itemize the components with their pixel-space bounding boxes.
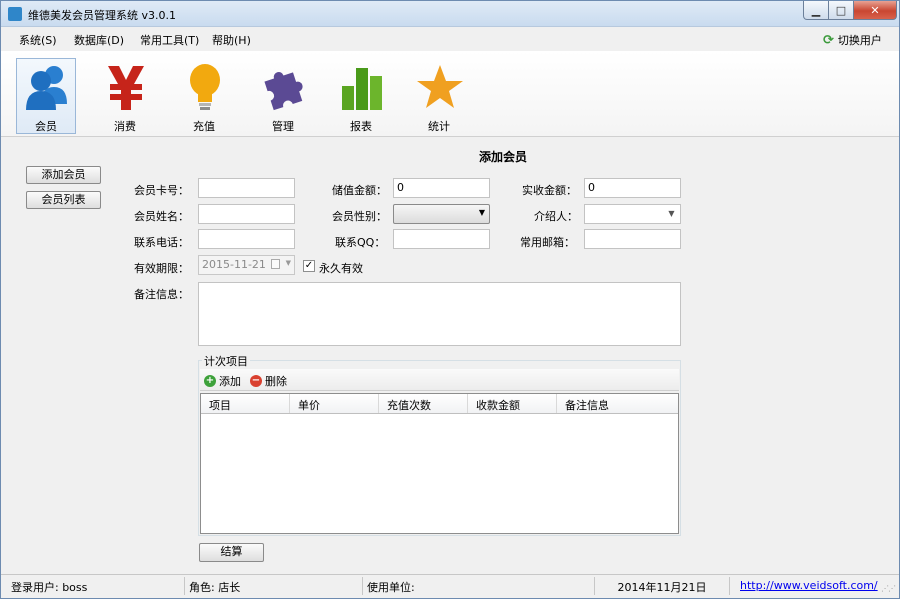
chevron-down-icon: ▼ [285, 259, 291, 267]
valid-until-label: 有效期限： [134, 262, 189, 275]
add-icon: + [204, 375, 216, 387]
permanent-label: 永久有效 [319, 262, 363, 275]
column-header[interactable]: 项目 [201, 394, 290, 413]
window-title: 维德美发会员管理系统 v3.0.1 [28, 9, 176, 22]
items-toolbar: + 添加 − 删除 [200, 369, 679, 391]
items-table[interactable]: 项目 单价 充值次数 收款金额 备注信息 [200, 393, 679, 534]
phone-label: 联系电话： [134, 236, 189, 249]
main-toolbar: 会员 消费 充值 管理 报表 统计 [1, 51, 899, 137]
toolbar-manage-label: 管理 [272, 120, 294, 133]
members-icon [26, 66, 67, 110]
toolbar-recharge-label: 充值 [193, 120, 215, 133]
toolbar-manage[interactable]: 管理 [253, 58, 313, 134]
menu-bar: 系统(S) 数据库(D) 常用工具(T) 帮助(H) ⟳ 切换用户 [1, 28, 899, 50]
puzzle-icon [264, 72, 303, 111]
close-button[interactable]: ✕ [853, 1, 897, 20]
valid-until-date-picker[interactable]: 2015-11-21 ▼ [198, 255, 295, 275]
qq-label: 联系QQ： [335, 236, 386, 249]
name-field[interactable] [198, 204, 295, 224]
column-header[interactable]: 充值次数 [379, 394, 468, 413]
referrer-label: 介绍人： [534, 210, 578, 223]
column-header[interactable]: 收款金额 [468, 394, 557, 413]
gender-select[interactable]: ▼ [393, 204, 490, 224]
received-amount-field[interactable]: 0 [584, 178, 681, 198]
gender-label: 会员性别： [332, 210, 387, 223]
settle-button[interactable]: 结算 [199, 543, 264, 562]
received-amount-label: 实收金额： [522, 184, 577, 197]
dropdown-arrow-icon: ▼ [478, 208, 485, 217]
menu-system[interactable]: 系统(S) [19, 32, 57, 48]
status-unit: 使用单位: [363, 577, 595, 595]
form-title: 添加会员 [479, 150, 528, 164]
switch-user-button[interactable]: ⟳ 切换用户 [823, 32, 882, 48]
star-icon [417, 65, 463, 108]
column-header[interactable]: 备注信息 [557, 394, 678, 413]
referrer-select[interactable]: ▼ [584, 204, 681, 224]
yen-icon [108, 66, 144, 110]
toolbar-statistics[interactable]: 统计 [409, 58, 469, 134]
phone-field[interactable] [198, 229, 295, 249]
refresh-icon: ⟳ [823, 32, 834, 48]
app-icon [8, 7, 22, 21]
bar-chart-icon [342, 68, 382, 110]
toolbar-members-label: 会员 [35, 120, 57, 133]
status-bar: 登录用户: boss 角色: 店长 使用单位: 2014年11月21日 http… [1, 574, 899, 598]
menu-help[interactable]: 帮助(H) [212, 32, 251, 48]
chevron-down-icon: ▼ [668, 209, 675, 218]
add-item-button[interactable]: + 添加 [204, 373, 241, 389]
notes-label: 备注信息： [134, 288, 189, 301]
calendar-icon [271, 259, 280, 269]
add-item-label: 添加 [219, 375, 241, 388]
toolbar-consume-label: 消费 [114, 120, 136, 133]
email-label: 常用邮箱： [520, 236, 575, 249]
permanent-checkbox[interactable]: ✓ [303, 260, 315, 272]
stored-amount-label: 储值金额： [332, 184, 387, 197]
website-link[interactable]: http://www.veidsoft.com/ [736, 577, 878, 595]
items-group-title: 计次项目 [202, 353, 250, 369]
toolbar-report-label: 报表 [350, 120, 372, 133]
switch-user-label: 切换用户 [837, 34, 882, 47]
toolbar-members[interactable]: 会员 [16, 58, 76, 134]
menu-tools[interactable]: 常用工具(T) [140, 32, 199, 48]
bulb-icon [190, 64, 220, 110]
toolbar-statistics-label: 统计 [428, 120, 450, 133]
stored-amount-field[interactable]: 0 [393, 178, 490, 198]
toolbar-consume[interactable]: 消费 [95, 58, 155, 134]
app-window: 维德美发会员管理系统 v3.0.1 ▁ □ ✕ 系统(S) 数据库(D) 常用工… [0, 0, 900, 599]
add-member-button[interactable]: 添加会员 [26, 166, 101, 184]
name-label: 会员姓名： [134, 210, 189, 223]
status-date: 2014年11月21日 [595, 577, 730, 595]
notes-textarea[interactable] [198, 282, 681, 346]
delete-item-label: 删除 [265, 375, 287, 388]
maximize-button[interactable]: □ [828, 1, 854, 20]
status-role: 角色: 店长 [185, 577, 363, 595]
delete-icon: − [250, 375, 262, 387]
member-list-button[interactable]: 会员列表 [26, 191, 101, 209]
valid-until-value: 2015-11-21 [202, 258, 266, 271]
items-table-header: 项目 单价 充值次数 收款金额 备注信息 [201, 394, 678, 414]
status-user: 登录用户: boss [7, 577, 185, 595]
card-no-label: 会员卡号： [134, 184, 189, 197]
toolbar-report[interactable]: 报表 [331, 58, 391, 134]
menu-database[interactable]: 数据库(D) [74, 32, 124, 48]
delete-item-button[interactable]: − 删除 [250, 373, 287, 389]
column-header[interactable]: 单价 [290, 394, 379, 413]
toolbar-recharge[interactable]: 充值 [174, 58, 234, 134]
minimize-button[interactable]: ▁ [803, 1, 829, 20]
resize-grip-icon[interactable]: ⋰⋰ [881, 584, 896, 593]
title-bar: 维德美发会员管理系统 v3.0.1 ▁ □ ✕ [1, 1, 899, 27]
card-no-field[interactable] [198, 178, 295, 198]
qq-field[interactable] [393, 229, 490, 249]
email-field[interactable] [584, 229, 681, 249]
